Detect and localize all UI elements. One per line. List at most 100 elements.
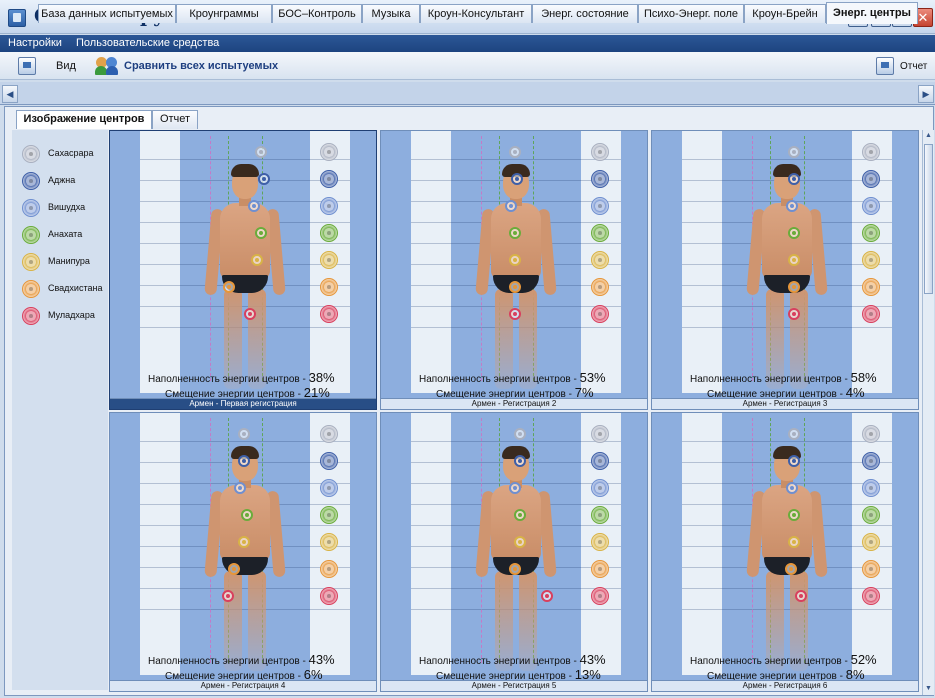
tab-music[interactable]: Музыка bbox=[362, 4, 420, 23]
view-icon[interactable] bbox=[18, 57, 36, 75]
compare-subjects-button[interactable]: Сравнить всех испытуемых bbox=[124, 60, 278, 72]
report-button[interactable]: Отчет bbox=[900, 61, 927, 72]
ajna-marker bbox=[788, 173, 800, 185]
tab-scroll-right-icon[interactable]: ▶ bbox=[918, 85, 934, 103]
vertical-scrollbar[interactable]: ▲ ▼ bbox=[922, 130, 934, 695]
muladhara-icon bbox=[591, 587, 609, 605]
body-figure bbox=[742, 159, 832, 391]
svadhisthana-marker bbox=[509, 563, 521, 575]
sahasrara-marker bbox=[255, 146, 267, 158]
tab-crowngrams[interactable]: Кроунграммы bbox=[176, 4, 272, 23]
ajna-icon bbox=[862, 170, 880, 188]
ajna-marker bbox=[788, 455, 800, 467]
vishuddha-marker bbox=[248, 200, 260, 212]
scrollbar-thumb[interactable] bbox=[924, 144, 933, 294]
ajna-icon bbox=[862, 452, 880, 470]
manipura-marker bbox=[788, 536, 800, 548]
ajna-icon bbox=[320, 170, 338, 188]
report-icon[interactable] bbox=[876, 57, 894, 75]
manipura-marker bbox=[238, 536, 250, 548]
vishuddha-marker bbox=[234, 482, 246, 494]
menu-bar: Настройки Пользовательские средства bbox=[0, 35, 935, 52]
body-figure bbox=[471, 159, 561, 391]
subtab-report[interactable]: Отчет bbox=[152, 110, 198, 129]
muladhara-icon bbox=[862, 587, 880, 605]
vishuddha-marker bbox=[505, 200, 517, 212]
legend-label: Муладхара bbox=[48, 310, 95, 320]
sahasrara-icon bbox=[862, 143, 880, 161]
panel-caption: Армен - Регистрация 5 bbox=[381, 680, 647, 691]
muladhara-marker bbox=[541, 590, 553, 602]
svadhisthana-icon bbox=[591, 278, 609, 296]
muladhara-marker bbox=[244, 308, 256, 320]
svadhisthana-marker bbox=[788, 281, 800, 293]
scroll-up-icon[interactable]: ▲ bbox=[924, 131, 933, 141]
vishuddha-icon bbox=[320, 197, 338, 215]
registration-panel[interactable]: Наполненность энергии центров - 43% Смеще… bbox=[109, 412, 377, 692]
view-button[interactable]: Вид bbox=[56, 60, 76, 72]
sahasrara-icon bbox=[862, 425, 880, 443]
tab-scroll-left-icon[interactable]: ◀ bbox=[2, 85, 18, 103]
scale-strip-left bbox=[140, 413, 180, 675]
ajna-icon bbox=[591, 170, 609, 188]
anahata-marker bbox=[241, 509, 253, 521]
registration-panel[interactable]: Наполненность энергии центров - 53% Смеще… bbox=[380, 130, 648, 410]
main-tab-bar bbox=[0, 82, 935, 105]
chakra-legend: Сахасрара Аджна Вишудха Анахата Манипура… bbox=[12, 130, 108, 690]
sahasrara-marker bbox=[514, 428, 526, 440]
muladhara-icon bbox=[320, 305, 338, 323]
tab-crown-consultant[interactable]: Кроун-Консультант bbox=[420, 4, 532, 23]
manipura-icon bbox=[22, 253, 40, 271]
anahata-icon bbox=[591, 224, 609, 242]
svadhisthana-icon bbox=[320, 278, 338, 296]
anahata-icon bbox=[320, 506, 338, 524]
fill-stat: Наполненность энергии центров - 43% bbox=[148, 652, 335, 667]
panel-caption: Армен - Регистрация 3 bbox=[652, 398, 918, 409]
registration-panel[interactable]: Наполненность энергии центров - 38% Смеще… bbox=[109, 130, 377, 410]
menu-user-tools[interactable]: Пользовательские средства bbox=[76, 37, 219, 49]
registration-panel[interactable]: Наполненность энергии центров - 58% Смеще… bbox=[651, 130, 919, 410]
tab-energy-centers[interactable]: Энерг. центры bbox=[826, 2, 918, 24]
scroll-down-icon[interactable]: ▼ bbox=[924, 684, 933, 694]
compare-subjects-icon[interactable] bbox=[95, 57, 119, 75]
tab-crown-brain[interactable]: Кроун-Брейн bbox=[744, 4, 826, 23]
manipura-marker bbox=[788, 254, 800, 266]
vishuddha-icon bbox=[862, 197, 880, 215]
sahasrara-icon bbox=[591, 143, 609, 161]
sahasrara-marker bbox=[788, 146, 800, 158]
registration-panel[interactable]: Наполненность энергии центров - 43% Смеще… bbox=[380, 412, 648, 692]
legend-label: Вишудха bbox=[48, 202, 86, 212]
subtab-centers-image[interactable]: Изображение центров bbox=[16, 110, 152, 129]
tab-psycho-energy-field[interactable]: Психо-Энерг. поле bbox=[638, 4, 744, 23]
sahasrara-icon bbox=[320, 425, 338, 443]
fill-stat: Наполненность энергии центров - 52% bbox=[690, 652, 877, 667]
scale-strip-left bbox=[411, 131, 451, 393]
anahata-marker bbox=[509, 227, 521, 239]
ajna-marker bbox=[238, 455, 250, 467]
panel-caption: Армен - Регистрация 4 bbox=[110, 680, 376, 691]
manipura-marker bbox=[514, 536, 526, 548]
fill-stat: Наполненность энергии центров - 58% bbox=[690, 370, 877, 385]
anahata-marker bbox=[514, 509, 526, 521]
svadhisthana-icon bbox=[320, 560, 338, 578]
tab-bfb-control[interactable]: БОС–Контроль bbox=[272, 4, 362, 23]
vishuddha-marker bbox=[786, 200, 798, 212]
menu-settings[interactable]: Настройки bbox=[8, 37, 62, 49]
anahata-icon bbox=[320, 224, 338, 242]
legend-label: Аджна bbox=[48, 175, 76, 185]
sahasrara-icon bbox=[22, 145, 40, 163]
svadhisthana-marker bbox=[223, 281, 235, 293]
svadhisthana-marker bbox=[228, 563, 240, 575]
ajna-icon bbox=[591, 452, 609, 470]
tab-subjects-database[interactable]: База данных испытуемых bbox=[38, 4, 176, 23]
app-icon bbox=[8, 9, 26, 27]
fill-stat: Наполненность энергии центров - 38% bbox=[148, 370, 335, 385]
scale-strip-left bbox=[140, 131, 180, 393]
sahasrara-marker bbox=[238, 428, 250, 440]
anahata-icon bbox=[862, 506, 880, 524]
registration-panel[interactable]: Наполненность энергии центров - 52% Смеще… bbox=[651, 412, 919, 692]
manipura-icon bbox=[591, 251, 609, 269]
vishuddha-icon bbox=[591, 197, 609, 215]
tab-energy-state[interactable]: Энерг. состояние bbox=[532, 4, 638, 23]
anahata-icon bbox=[591, 506, 609, 524]
